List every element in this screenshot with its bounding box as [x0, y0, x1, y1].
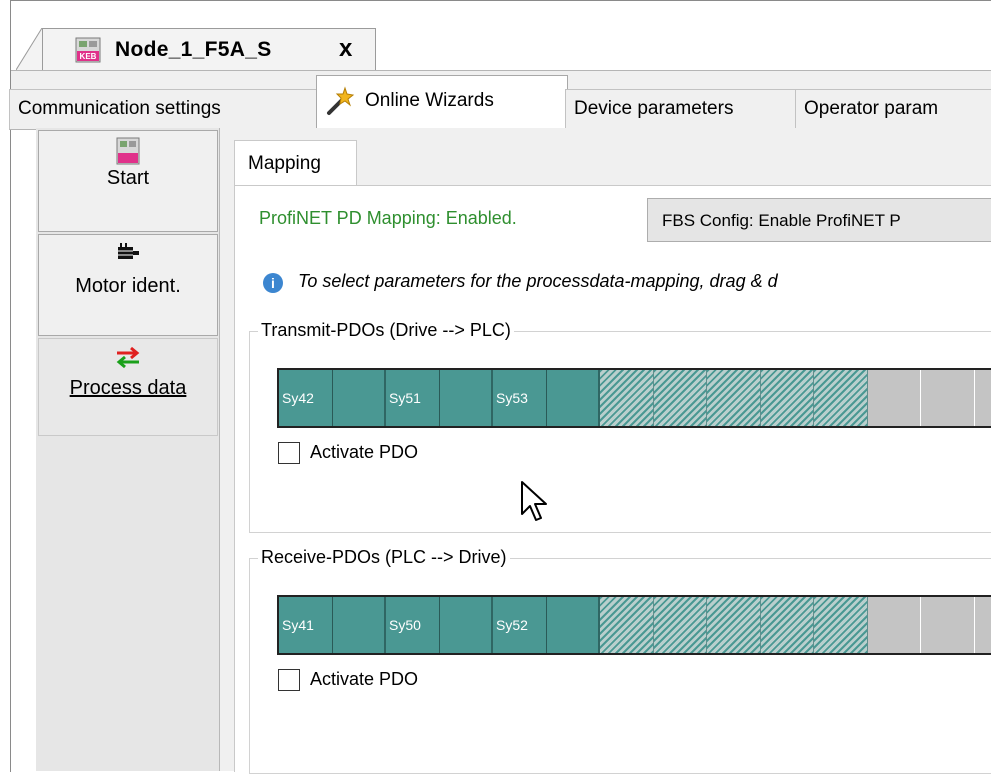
pdo-cell[interactable]: Sy53 [493, 370, 547, 426]
transmit-pdo-group: Transmit-PDOs (Drive --> PLC) Sy42 Sy51 … [249, 331, 991, 533]
pdo-cell-label: Sy42 [282, 390, 314, 406]
pdo-cell-label: Sy53 [496, 390, 528, 406]
pdo-cell[interactable] [600, 597, 654, 653]
keb-logo-text: KEB [80, 52, 97, 61]
pdo-cell[interactable]: Sy50 [386, 597, 440, 653]
tab-device-parameters[interactable]: Device parameters [565, 89, 803, 130]
pdo-cell[interactable]: Sy51 [386, 370, 440, 426]
pdo-cell[interactable] [921, 370, 975, 426]
tab-label: Device parameters [574, 98, 733, 119]
sidebar-item-label: Start [39, 167, 217, 190]
tab-operator-parameters[interactable]: Operator param [795, 89, 991, 130]
receive-pdo-bar[interactable]: Sy41 Sy50 Sy52 [277, 595, 991, 655]
info-text: To select parameters for the processdata… [298, 271, 778, 292]
pdo-cell[interactable] [814, 597, 868, 653]
transmit-pdo-legend: Transmit-PDOs (Drive --> PLC) [258, 320, 514, 341]
wizard-content: Mapping ProfiNET PD Mapping: Enabled. FB… [220, 128, 991, 771]
wizard-sidebar: Start Motor ident. Process data [36, 128, 220, 771]
pdo-cell[interactable] [547, 370, 601, 426]
fbs-config-button[interactable]: FBS Config: Enable ProfiNET P [647, 198, 991, 242]
tab-label: Operator param [804, 98, 938, 119]
keb-logo-icon: KEB [75, 37, 101, 63]
mapping-status: ProfiNET PD Mapping: Enabled. [259, 208, 517, 229]
pdo-cell[interactable] [547, 597, 601, 653]
tab-communication-settings[interactable]: Communication settings [9, 89, 323, 130]
pdo-cell-label: Sy52 [496, 617, 528, 633]
tab-mapping[interactable]: Mapping [234, 140, 357, 186]
sidebar-item-label: Process data [39, 377, 217, 400]
transmit-pdo-bar[interactable]: Sy42 Sy51 Sy53 [277, 368, 991, 428]
pdo-cell[interactable] [761, 370, 815, 426]
checkbox-box[interactable] [278, 442, 300, 464]
pdo-cell[interactable] [814, 370, 868, 426]
pdo-cell[interactable] [440, 370, 494, 426]
pdo-cell[interactable] [440, 597, 494, 653]
pdo-cell[interactable] [333, 370, 387, 426]
swap-arrows-icon [113, 345, 143, 369]
sidebar-item-process-data[interactable]: Process data [38, 338, 218, 436]
pdo-cell-label: Sy41 [282, 617, 314, 633]
document-title: Node_1_F5A_S [115, 38, 272, 62]
tab-label: Communication settings [18, 98, 221, 119]
magic-wand-icon [325, 86, 355, 116]
tab-label: Mapping [248, 153, 321, 174]
checkbox-label: Activate PDO [310, 442, 418, 463]
pdo-cell[interactable] [707, 597, 761, 653]
mouse-cursor-icon [520, 480, 550, 524]
checkbox-label: Activate PDO [310, 669, 418, 690]
pdo-cell[interactable] [707, 370, 761, 426]
pdo-cell[interactable] [600, 370, 654, 426]
pdo-cell[interactable] [333, 597, 387, 653]
pdo-cell[interactable]: Sy41 [279, 597, 333, 653]
pdo-cell[interactable] [975, 370, 991, 426]
sidebar-item-motor-ident[interactable]: Motor ident. [38, 234, 218, 336]
pdo-cell[interactable] [654, 597, 708, 653]
pdo-cell[interactable] [921, 597, 975, 653]
main-tab-bar: Communication settings Online Wizards De… [11, 70, 991, 129]
sidebar-item-label: Motor ident. [39, 275, 217, 298]
pdo-cell[interactable] [868, 597, 922, 653]
pdo-cell[interactable] [761, 597, 815, 653]
info-icon: i [263, 273, 283, 293]
pdo-cell-label: Sy51 [389, 390, 421, 406]
tab-online-wizards[interactable]: Online Wizards [316, 75, 568, 130]
checkbox-box[interactable] [278, 669, 300, 691]
keb-device-icon [116, 137, 140, 165]
document-tab[interactable]: KEB Node_1_F5A_S x [42, 28, 376, 71]
tab-label: Online Wizards [365, 90, 494, 111]
pdo-cell[interactable]: Sy52 [493, 597, 547, 653]
pdo-cell[interactable] [654, 370, 708, 426]
sidebar-item-start[interactable]: Start [38, 130, 218, 232]
receive-pdo-group: Receive-PDOs (PLC --> Drive) Sy41 Sy50 S… [249, 558, 991, 774]
pdo-cell[interactable]: Sy42 [279, 370, 333, 426]
motor-icon [115, 241, 141, 265]
pdo-cell[interactable] [868, 370, 922, 426]
close-icon[interactable]: x [339, 35, 352, 63]
pdo-cell-label: Sy50 [389, 617, 421, 633]
fbs-config-label: FBS Config: Enable ProfiNET P [662, 211, 901, 230]
pdo-cell[interactable] [975, 597, 991, 653]
receive-pdo-legend: Receive-PDOs (PLC --> Drive) [258, 547, 510, 568]
mapping-panel: ProfiNET PD Mapping: Enabled. FBS Config… [234, 185, 991, 772]
